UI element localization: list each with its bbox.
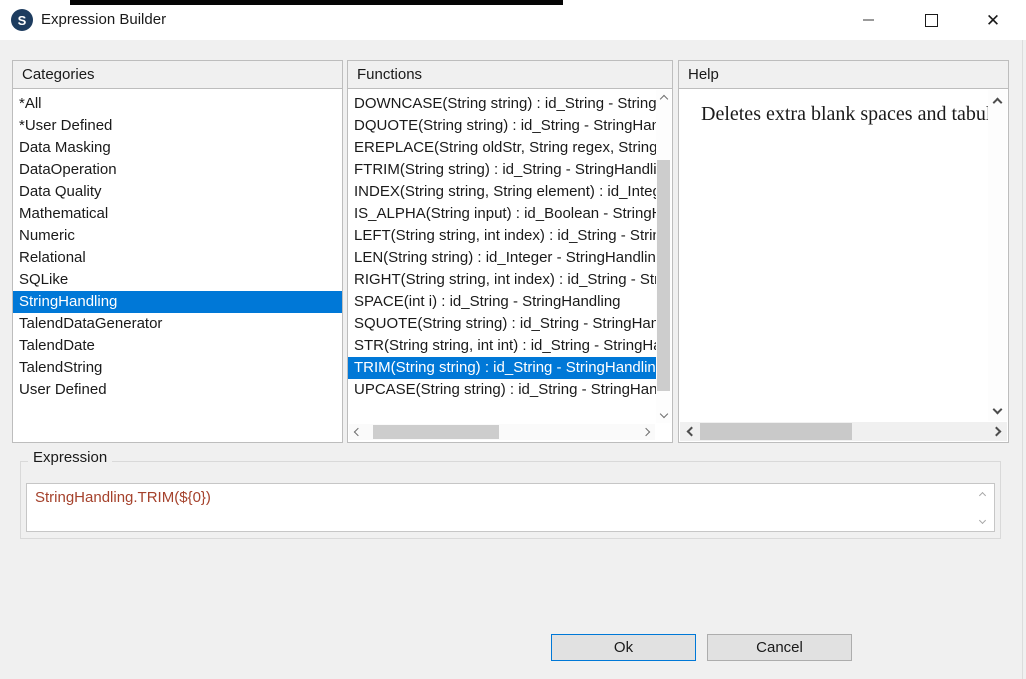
- help-vertical-scrollbar[interactable]: [988, 90, 1007, 421]
- category-item[interactable]: TalendDate: [13, 335, 342, 357]
- function-item[interactable]: RIGHT(String string, int index) : id_Str…: [348, 269, 656, 291]
- expression-label: Expression: [28, 448, 112, 468]
- function-item[interactable]: IS_ALPHA(String input) : id_Boolean - St…: [348, 203, 656, 225]
- function-item[interactable]: LEFT(String string, int index) : id_Stri…: [348, 225, 656, 247]
- category-item[interactable]: *All: [13, 93, 342, 115]
- scroll-down-icon[interactable]: [656, 407, 671, 421]
- categories-list[interactable]: *All*User DefinedData MaskingDataOperati…: [13, 90, 342, 442]
- category-item[interactable]: Data Quality: [13, 181, 342, 203]
- category-item[interactable]: Numeric: [13, 225, 342, 247]
- close-button[interactable]: ✕: [970, 0, 1016, 40]
- function-item[interactable]: INDEX(String string, String element) : i…: [348, 181, 656, 203]
- function-item[interactable]: FTRIM(String string) : id_String - Strin…: [348, 159, 656, 181]
- scroll-right-icon[interactable]: [988, 422, 1004, 441]
- ok-button[interactable]: Ok: [551, 634, 696, 661]
- function-item[interactable]: LEN(String string) : id_Integer - String…: [348, 247, 656, 269]
- category-item[interactable]: Data Masking: [13, 137, 342, 159]
- function-item[interactable]: DOWNCASE(String string) : id_String - St…: [348, 93, 656, 115]
- scroll-right-icon[interactable]: [639, 424, 653, 440]
- scroll-down-icon[interactable]: [975, 515, 989, 525]
- functions-list[interactable]: DOWNCASE(String string) : id_String - St…: [348, 90, 656, 423]
- title-bar: S Expression Builder ✕: [0, 0, 1026, 40]
- cancel-button[interactable]: Cancel: [707, 634, 852, 661]
- maximize-button[interactable]: [908, 0, 954, 40]
- functions-vertical-scrollbar[interactable]: [656, 90, 671, 423]
- scroll-down-icon[interactable]: [988, 401, 1007, 417]
- category-item[interactable]: *User Defined: [13, 115, 342, 137]
- functions-horizontal-scrollbar[interactable]: [349, 424, 655, 440]
- help-header: Help: [679, 61, 1008, 89]
- category-item[interactable]: TalendDataGenerator: [13, 313, 342, 335]
- background-window-edge: [70, 0, 563, 5]
- scrollbar-thumb[interactable]: [700, 423, 852, 440]
- function-item[interactable]: EREPLACE(String oldStr, String regex, St…: [348, 137, 656, 159]
- scrollbar-thumb[interactable]: [373, 425, 499, 439]
- minimize-button[interactable]: [845, 0, 891, 40]
- function-item[interactable]: SPACE(int i) : id_String - StringHandlin…: [348, 291, 656, 313]
- help-panel: Help Deletes extra blank spaces and tabu…: [678, 60, 1009, 443]
- minimize-icon: [863, 19, 874, 21]
- function-item[interactable]: DQUOTE(String string) : id_String - Stri…: [348, 115, 656, 137]
- category-item[interactable]: Mathematical: [13, 203, 342, 225]
- categories-panel: Categories *All*User DefinedData Masking…: [12, 60, 343, 443]
- function-item[interactable]: SQUOTE(String string) : id_String - Stri…: [348, 313, 656, 335]
- scrollbar-thumb[interactable]: [657, 160, 670, 391]
- functions-header: Functions: [348, 61, 672, 89]
- category-item[interactable]: User Defined: [13, 379, 342, 401]
- maximize-icon: [925, 14, 938, 27]
- category-item[interactable]: Relational: [13, 247, 342, 269]
- category-item[interactable]: StringHandling: [13, 291, 342, 313]
- app-icon: S: [11, 9, 33, 31]
- scroll-up-icon[interactable]: [975, 490, 989, 500]
- scroll-left-icon[interactable]: [683, 422, 699, 441]
- scroll-left-icon[interactable]: [351, 424, 365, 440]
- close-icon: ✕: [986, 12, 1000, 29]
- help-horizontal-scrollbar[interactable]: [680, 422, 1007, 441]
- expression-value[interactable]: StringHandling.TRIM(${0}): [35, 489, 970, 506]
- function-item[interactable]: TRIM(String string) : id_String - String…: [348, 357, 656, 379]
- scroll-up-icon[interactable]: [988, 94, 1007, 110]
- window-title: Expression Builder: [41, 0, 166, 40]
- categories-header: Categories: [13, 61, 342, 89]
- category-item[interactable]: DataOperation: [13, 159, 342, 181]
- function-item[interactable]: UPCASE(String string) : id_String - Stri…: [348, 379, 656, 401]
- category-item[interactable]: TalendString: [13, 357, 342, 379]
- help-text: Deletes extra blank spaces and tabulatio…: [679, 90, 988, 421]
- window-right-border: [1022, 40, 1023, 679]
- expression-editor[interactable]: StringHandling.TRIM(${0}): [26, 483, 995, 532]
- scroll-up-icon[interactable]: [656, 92, 671, 106]
- functions-panel: Functions DOWNCASE(String string) : id_S…: [347, 60, 673, 443]
- function-item[interactable]: STR(String string, int int) : id_String …: [348, 335, 656, 357]
- category-item[interactable]: SQLike: [13, 269, 342, 291]
